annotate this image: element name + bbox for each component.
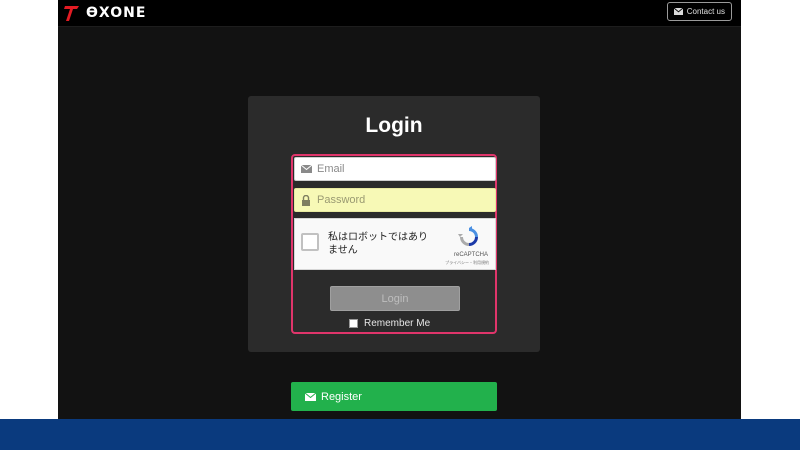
login-title: Login [365, 114, 423, 137]
exone-logo-icon [64, 6, 79, 21]
envelope-icon [295, 165, 317, 173]
brand-name: ƟXONE [86, 5, 147, 21]
envelope-icon [673, 8, 683, 15]
login-panel: Login Email 私はロボットではありません reCAPTCHA プライバ… [248, 96, 540, 352]
contact-us-label: Contact us [686, 7, 725, 16]
recaptcha-checkbox[interactable] [301, 233, 319, 251]
recaptcha-widget: 私はロボットではありません reCAPTCHA プライバシー・利用規約 [294, 218, 496, 270]
bottom-band [0, 419, 800, 450]
recaptcha-logo-icon [458, 226, 478, 246]
login-button[interactable]: Login [330, 286, 460, 311]
email-input[interactable] [317, 163, 487, 175]
page-container: ƟXONE Contact us Login Email 私はロボットではありま… [58, 0, 741, 420]
password-input[interactable] [317, 194, 487, 206]
remember-me-checkbox[interactable] [349, 319, 358, 328]
contact-us-button[interactable]: Contact us [666, 2, 732, 21]
lock-icon [295, 194, 317, 206]
remember-me-row: Remember Me [349, 318, 430, 329]
envelope-icon [305, 392, 316, 401]
email-field-wrapper [294, 157, 496, 181]
recaptcha-label: 私はロボットではありません [328, 232, 428, 256]
top-navbar: ƟXONE Contact us [58, 0, 741, 27]
register-label: Register [321, 390, 362, 403]
brand-logo[interactable]: ƟXONE [64, 3, 146, 23]
login-form-highlight: 私はロボットではありません reCAPTCHA プライバシー・利用規約 Logi… [291, 154, 497, 334]
recaptcha-brand: reCAPTCHA [453, 252, 488, 258]
password-field-wrapper [294, 188, 496, 212]
register-button[interactable]: Register [291, 382, 497, 411]
recaptcha-privacy-terms-link[interactable]: プライバシー・利用規約 [445, 260, 489, 266]
remember-me-label: Remember Me [364, 318, 431, 329]
